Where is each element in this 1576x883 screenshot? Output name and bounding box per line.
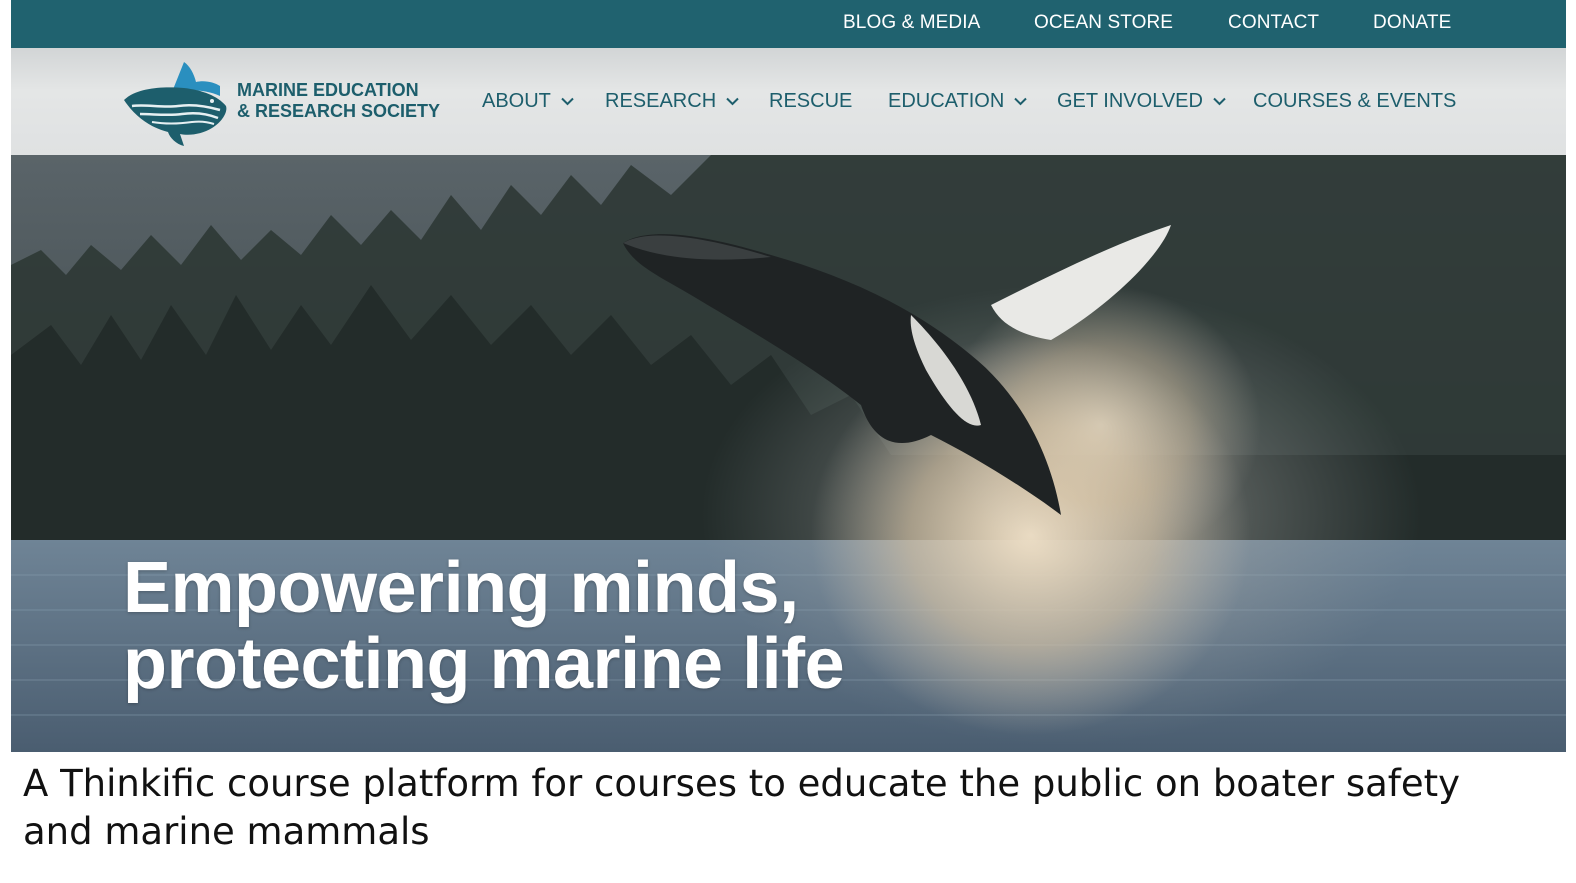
brand-line-1: MARINE EDUCATION bbox=[237, 80, 419, 100]
nav-about[interactable]: ABOUT bbox=[482, 90, 574, 113]
nav-rescue-label: RESCUE bbox=[769, 90, 853, 112]
nav-education[interactable]: EDUCATION bbox=[888, 90, 1028, 113]
chevron-down-icon bbox=[726, 97, 739, 106]
utility-bar: BLOG & MEDIA OCEAN STORE CONTACT DONATE bbox=[11, 0, 1566, 48]
blog-media-link[interactable]: BLOG & MEDIA bbox=[843, 12, 980, 34]
chevron-down-icon bbox=[1014, 97, 1028, 106]
nav-courses-events[interactable]: COURSES & EVENTS bbox=[1253, 90, 1456, 113]
nav-get-involved[interactable]: GET INVOLVED bbox=[1057, 90, 1226, 113]
nav-education-label: EDUCATION bbox=[888, 90, 1005, 112]
nav-courses-events-label: COURSES & EVENTS bbox=[1253, 90, 1457, 112]
ocean-store-link[interactable]: OCEAN STORE bbox=[1034, 12, 1173, 34]
hero-headline-line-1: Empowering minds, bbox=[123, 548, 799, 628]
donate-link[interactable]: DONATE bbox=[1373, 12, 1451, 34]
chevron-down-icon bbox=[1213, 97, 1226, 106]
brand-name[interactable]: MARINE EDUCATION & RESEARCH SOCIETY bbox=[237, 80, 440, 122]
nav-about-label: ABOUT bbox=[482, 90, 551, 112]
page-frame: BLOG & MEDIA OCEAN STORE CONTACT DONATE … bbox=[11, 0, 1566, 752]
hero-headline: Empowering minds, protecting marine life bbox=[123, 548, 845, 704]
nav-research-label: RESEARCH bbox=[605, 90, 717, 112]
whale-logo-icon[interactable] bbox=[122, 56, 232, 148]
hero-headline-line-2: protecting marine life bbox=[123, 624, 845, 704]
chevron-down-icon bbox=[561, 97, 574, 106]
hero-banner: Empowering minds, protecting marine life bbox=[11, 155, 1566, 752]
nav-rescue[interactable]: RESCUE bbox=[769, 90, 852, 113]
brand-line-2: & RESEARCH SOCIETY bbox=[237, 101, 441, 121]
contact-link[interactable]: CONTACT bbox=[1228, 12, 1319, 34]
nav-get-involved-label: GET INVOLVED bbox=[1057, 90, 1203, 112]
page-caption: A Thinkific course platform for courses … bbox=[23, 762, 1461, 853]
main-header: MARINE EDUCATION & RESEARCH SOCIETY ABOU… bbox=[11, 48, 1566, 155]
nav-research[interactable]: RESEARCH bbox=[605, 90, 739, 113]
